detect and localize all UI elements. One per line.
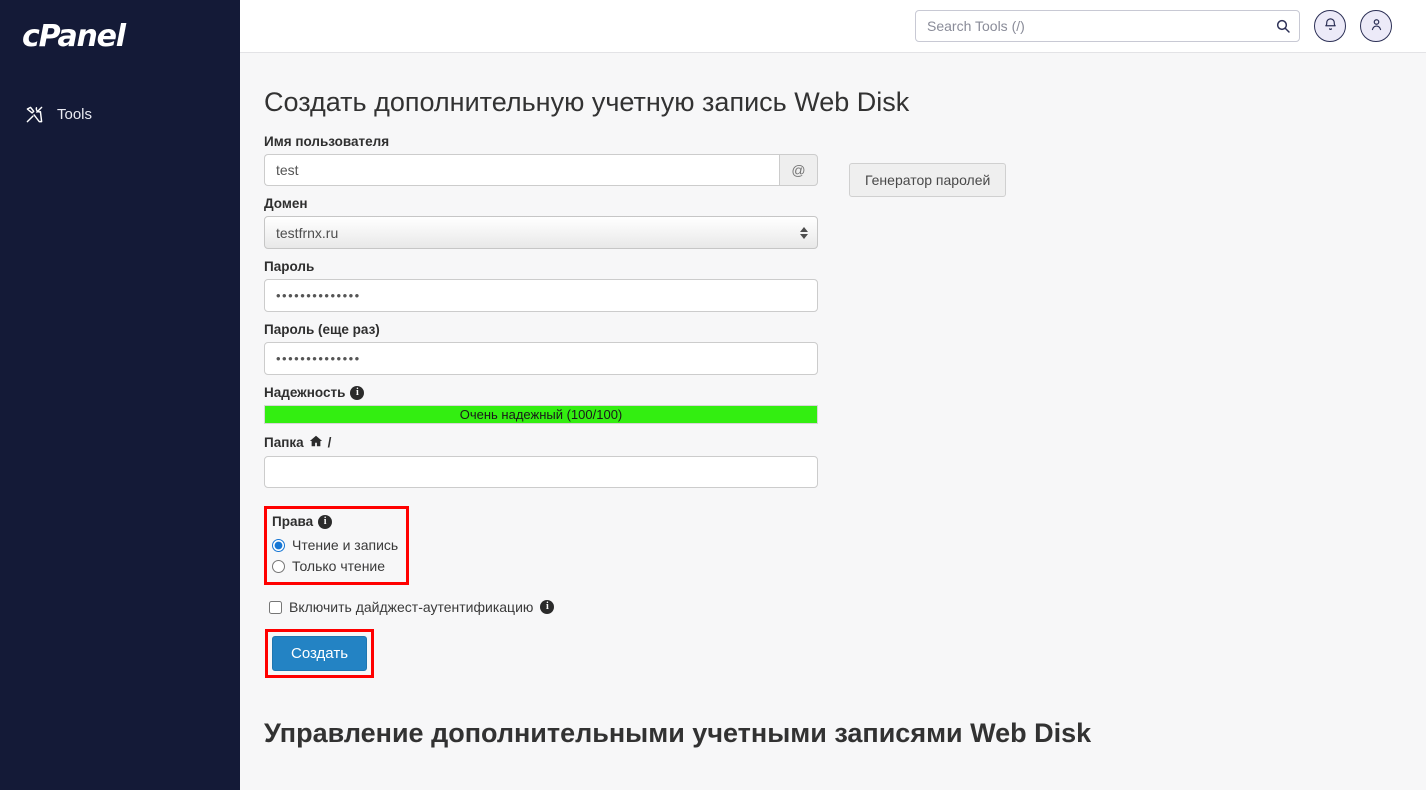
password-label: Пароль — [264, 259, 315, 275]
create-button-highlight: Создать — [265, 629, 375, 679]
chevron-updown-icon — [800, 226, 808, 239]
content-area: Создать дополнительную учетную запись We… — [240, 53, 1426, 790]
user-icon — [1369, 17, 1384, 35]
field-domain: Домен testfrnx.ru — [264, 196, 1426, 250]
digest-auth-row[interactable]: Включить дайджест-аутентификацию i — [269, 599, 1426, 615]
sidebar: cPanel Tools — [0, 0, 240, 790]
username-input-group: @ — [264, 154, 818, 187]
password-confirm-label: Пароль (еще раз) — [264, 322, 380, 338]
info-icon[interactable]: i — [540, 600, 555, 615]
domain-selected-value: testfrnx.ru — [276, 224, 339, 241]
permissions-label-text: Права — [272, 514, 314, 530]
permissions-group: Права i Чтение и запись Только чтение — [264, 506, 410, 586]
sidebar-item-label: Tools — [57, 105, 93, 123]
cpanel-logo-text: cPanel — [22, 19, 126, 54]
create-webdisk-form: Имя пользователя @ Домен testfrnx.ru — [264, 134, 1426, 749]
permission-option-label: Только чтение — [292, 558, 386, 575]
field-password-confirm: Пароль (еще раз) — [264, 322, 1426, 376]
bell-icon — [1323, 17, 1338, 35]
strength-label-text: Надежность — [264, 385, 346, 401]
at-sign-addon: @ — [779, 154, 818, 187]
home-icon — [309, 434, 323, 451]
directory-input[interactable] — [264, 456, 818, 489]
permission-radio-read-only[interactable] — [272, 559, 285, 573]
digest-auth-label: Включить дайджест-аутентификацию — [289, 599, 534, 616]
field-password-strength: Надежность i Очень надежный (100/100) — [264, 385, 1426, 425]
permission-option-read-only[interactable]: Только чтение — [272, 556, 398, 576]
directory-label-text: Папка — [264, 435, 304, 451]
password-generator-button[interactable]: Генератор паролей — [849, 163, 1007, 198]
field-password: Пароль — [264, 259, 1426, 313]
info-icon[interactable]: i — [350, 385, 365, 400]
app-window: cPanel Tools Search Tools (/) Создать до… — [0, 0, 1426, 790]
username-label: Имя пользователя — [264, 134, 390, 150]
directory-separator: / — [327, 435, 332, 451]
domain-label: Домен — [264, 196, 308, 212]
sidebar-item-tools[interactable]: Tools — [0, 98, 240, 130]
domain-select[interactable]: testfrnx.ru — [264, 216, 818, 250]
search-icon[interactable] — [1272, 15, 1294, 37]
password-input[interactable] — [264, 279, 818, 313]
cpanel-logo[interactable]: cPanel — [0, 0, 240, 66]
directory-label: Папка / — [264, 434, 1426, 451]
field-username: Имя пользователя @ — [264, 134, 1426, 187]
create-button[interactable]: Создать — [272, 636, 368, 672]
password-confirm-input[interactable] — [264, 342, 818, 376]
permission-option-read-write[interactable]: Чтение и запись — [272, 535, 398, 555]
top-bar — [240, 0, 1426, 53]
main-column: Создать дополнительную учетную запись We… — [240, 0, 1426, 790]
manage-section-title: Управление дополнительными учетными запи… — [264, 718, 1092, 749]
notifications-button[interactable] — [1314, 10, 1346, 42]
search-input[interactable] — [915, 10, 1300, 42]
field-directory: Папка / — [264, 434, 1426, 489]
digest-auth-checkbox[interactable] — [269, 600, 282, 614]
permissions-label: Права i — [272, 514, 398, 529]
info-icon[interactable]: i — [318, 514, 333, 529]
sidebar-nav: Tools — [0, 98, 240, 130]
permission-option-label: Чтение и запись — [292, 537, 399, 554]
strength-bar: Очень надежный (100/100) — [264, 405, 818, 425]
strength-label: Надежность i — [264, 385, 1426, 400]
permission-radio-read-write[interactable] — [272, 538, 285, 552]
search-tools — [915, 10, 1300, 42]
page-title: Создать дополнительную учетную запись We… — [264, 87, 910, 117]
strength-bar-text: Очень надежный (100/100) — [459, 407, 623, 423]
username-input[interactable] — [264, 154, 779, 187]
account-button[interactable] — [1360, 10, 1392, 42]
tools-icon — [24, 104, 44, 124]
